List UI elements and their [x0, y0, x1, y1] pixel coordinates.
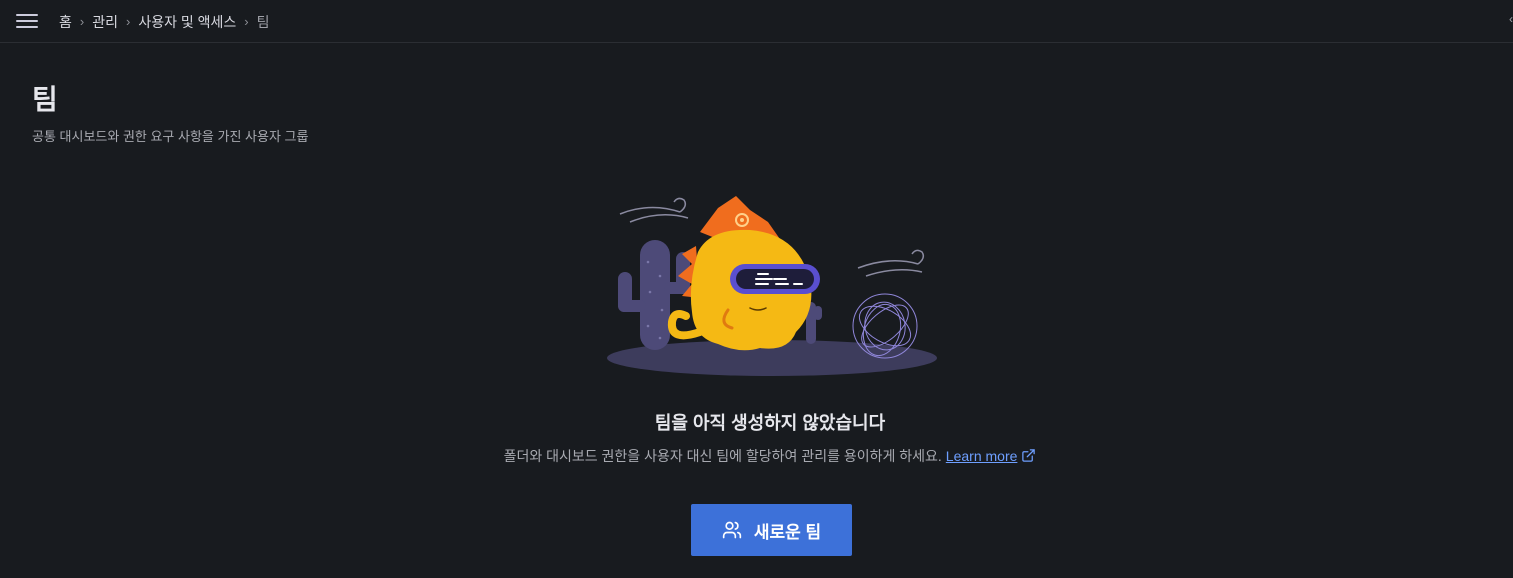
empty-state-description: 폴더와 대시보드 권한을 사용자 대신 팀에 할당하여 관리를 용이하게 하세요…	[0, 446, 1513, 466]
external-link-icon[interactable]	[1021, 448, 1036, 463]
breadcrumb-home[interactable]: 홈	[59, 12, 72, 32]
top-navigation-bar: 홈 › 관리 › 사용자 및 액세스 › 팀 ‹	[0, 0, 1513, 43]
empty-state-description-text: 폴더와 대시보드 권한을 사용자 대신 팀에 할당하여 관리를 용이하게 하세요…	[503, 448, 942, 464]
breadcrumb-users-access[interactable]: 사용자 및 액세스	[138, 12, 236, 32]
chevron-right-icon: ›	[244, 14, 249, 29]
breadcrumb-teams: 팀	[256, 13, 270, 30]
chevron-right-icon: ›	[79, 14, 85, 29]
users-icon	[722, 521, 742, 539]
dock-menu-icon[interactable]: ‹	[1509, 13, 1513, 25]
page-title: 팀	[32, 84, 58, 115]
breadcrumb-admin[interactable]: 관리	[92, 12, 118, 32]
learn-more-link[interactable]: Learn more	[946, 448, 1018, 464]
empty-state-mascot-illustration	[607, 196, 937, 376]
new-team-button-label: 새로운 팀	[753, 522, 822, 542]
menu-icon[interactable]	[16, 10, 42, 32]
new-team-button[interactable]: 새로운 팀	[691, 504, 852, 556]
breadcrumb: 홈 › 관리 › 사용자 및 액세스 › 팀	[59, 0, 270, 43]
chevron-right-icon: ›	[126, 14, 131, 29]
empty-state-title: 팀을 아직 생성하지 않았습니다	[654, 413, 886, 433]
page-subtitle: 공통 대시보드와 권한 요구 사항을 가진 사용자 그룹	[32, 129, 309, 144]
